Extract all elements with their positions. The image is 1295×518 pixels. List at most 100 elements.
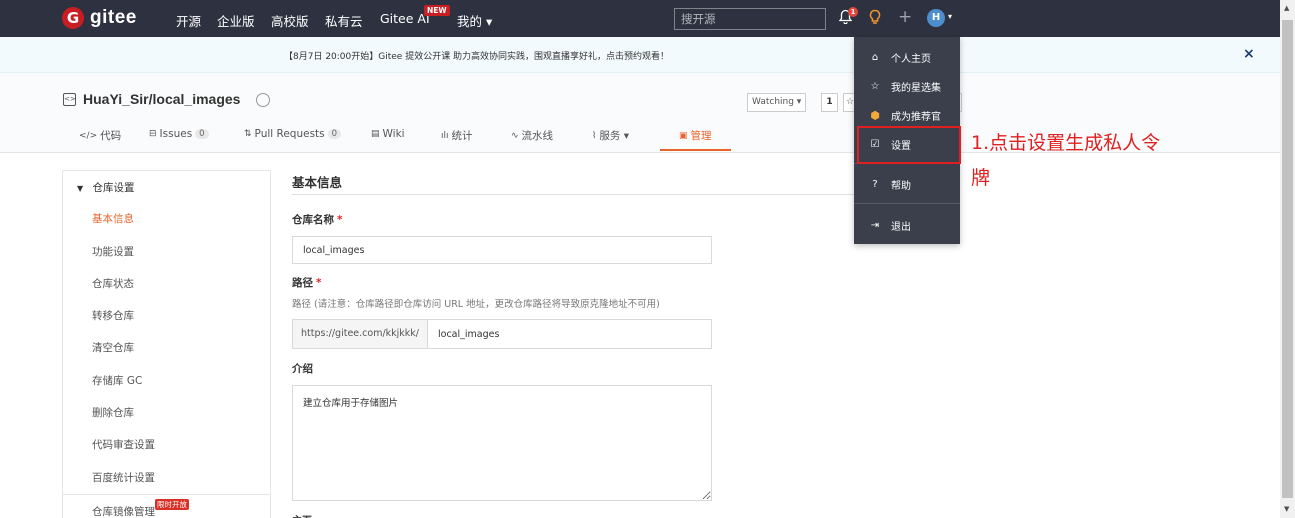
- badge-icon: [256, 93, 270, 107]
- sidebar-header[interactable]: ▼ 仓库设置: [77, 180, 135, 195]
- repo-icon: <>: [63, 93, 76, 106]
- new-badge: NEW: [424, 5, 450, 16]
- nav-link-enterprise[interactable]: 企业版: [217, 11, 255, 30]
- tab-count: 0: [195, 129, 209, 139]
- nav-link-open-source[interactable]: 开源: [176, 11, 201, 30]
- tab-label: Issues: [159, 128, 193, 140]
- scrollbar-thumb[interactable]: [1282, 20, 1293, 498]
- limited-time-badge: 限时开放: [155, 499, 189, 510]
- tab-pipeline[interactable]: ∿ 流水线: [511, 128, 553, 143]
- nav-link-mine[interactable]: 我的 ▾: [457, 11, 492, 30]
- repo-title[interactable]: HuaYi_Sir/local_images: [83, 91, 240, 107]
- logout-icon: ⇥: [870, 219, 880, 231]
- section-divider: [292, 194, 862, 195]
- pipeline-icon: ∿: [511, 130, 519, 141]
- avatar[interactable]: H: [927, 9, 945, 27]
- watch-button[interactable]: Watching ▾: [747, 93, 807, 112]
- menu-item-profile[interactable]: ⌂ 个人主页: [854, 43, 960, 71]
- tab-code[interactable]: </> 代码: [79, 128, 121, 143]
- search-input[interactable]: [674, 8, 826, 30]
- menu-item-label: 我的星选集: [891, 82, 941, 94]
- sidebar-item-delete[interactable]: 删除仓库: [92, 405, 134, 420]
- lightbulb-icon[interactable]: [868, 9, 882, 29]
- sidebar-item-features[interactable]: 功能设置: [92, 244, 134, 259]
- caret-down-icon: ▼: [77, 184, 84, 193]
- instruction-annotation: 1.点击设置生成私人令牌: [971, 132, 1161, 189]
- sidebar-item-transfer[interactable]: 转移仓库: [92, 308, 134, 323]
- tab-label: 管理: [690, 130, 712, 142]
- repo-name-label-text: 仓库名称: [292, 214, 334, 226]
- pull-request-icon: ⇅: [244, 129, 252, 139]
- settings-highlight-box: [857, 126, 961, 164]
- path-prefix: https://gitee.com/kkjkkk/: [292, 319, 428, 349]
- page: G gitee 开源 企业版 高校版 私有云 Gitee AI NEW 我的 ▾…: [0, 0, 1295, 518]
- top-navbar: G gitee 开源 企业版 高校版 私有云 Gitee AI NEW 我的 ▾…: [0, 0, 1280, 37]
- section-title: 基本信息: [292, 175, 343, 190]
- tab-stats[interactable]: ılı 统计: [441, 128, 473, 143]
- sidebar-item-gc[interactable]: 存储库 GC: [92, 373, 142, 388]
- sidebar-item-baidu-stats[interactable]: 百度统计设置: [92, 470, 155, 485]
- wiki-icon: ▤: [371, 129, 380, 139]
- watch-count[interactable]: 1: [821, 93, 838, 112]
- tab-issues[interactable]: ⊟ Issues 0: [149, 128, 209, 140]
- tab-label: 服务 ▾: [599, 130, 630, 142]
- intro-textarea[interactable]: 建立仓库用于存储图片: [292, 385, 712, 501]
- nav-link-education[interactable]: 高校版: [271, 11, 309, 30]
- sidebar-item-status[interactable]: 仓库状态: [92, 276, 134, 291]
- menu-item-help[interactable]: ? 帮助: [854, 170, 960, 198]
- shield-icon: ⬢: [870, 108, 880, 122]
- tab-label: Pull Requests: [254, 128, 325, 140]
- tab-count: 0: [327, 129, 342, 139]
- sidebar-item-code-review[interactable]: 代码审查设置: [92, 437, 155, 452]
- sidebar-divider: [63, 494, 270, 495]
- scroll-down-icon[interactable]: ▼: [1284, 505, 1289, 513]
- manage-icon: ▣: [679, 130, 688, 141]
- path-hint: 路径 (请注意：仓库路径即仓库访问 URL 地址，更改仓库路径将导致原克隆地址不…: [292, 299, 660, 310]
- menu-item-label: 帮助: [891, 180, 911, 192]
- repo-name-label: 仓库名称 *: [292, 212, 343, 227]
- home-icon: ⌂: [871, 51, 879, 63]
- menu-item-starred[interactable]: ☆ 我的星选集: [854, 72, 960, 100]
- path-label: 路径 *: [292, 275, 322, 290]
- pulse-icon: ⌇: [592, 130, 597, 141]
- sidebar-item-clear[interactable]: 清空仓库: [92, 340, 134, 355]
- menu-item-label: 成为推荐官: [891, 111, 941, 123]
- active-tab-indicator: [660, 149, 731, 151]
- help-icon: ?: [872, 178, 878, 190]
- avatar-chevron-down-icon[interactable]: ▾: [948, 12, 952, 21]
- gitee-logo-icon: G: [62, 7, 84, 29]
- code-icon: </>: [79, 130, 98, 141]
- required-mark: *: [316, 277, 322, 289]
- announcement-banner: 【8月7日 20:00开始】Gitee 提效公开课 助力高效协同实践，围观直播享…: [0, 37, 1280, 73]
- tab-wiki[interactable]: ▤ Wiki: [371, 128, 405, 140]
- menu-item-label: 个人主页: [891, 53, 931, 65]
- scroll-up-icon[interactable]: ▲: [1284, 4, 1289, 12]
- settings-sidebar: ▼ 仓库设置 基本信息 功能设置 仓库状态 转移仓库 清空仓库 存储库 GC 删…: [62, 170, 271, 518]
- intro-label: 介绍: [292, 363, 313, 375]
- tab-manage[interactable]: ▣ 管理: [679, 128, 712, 143]
- issues-icon: ⊟: [149, 129, 157, 139]
- tab-label: 统计: [451, 130, 473, 142]
- announcement-text[interactable]: 【8月7日 20:00开始】Gitee 提效公开课 助力高效协同实践，围观直播享…: [284, 49, 669, 62]
- plus-icon[interactable]: +: [898, 7, 912, 27]
- homepage-label: 主页: [292, 512, 312, 518]
- menu-divider: [854, 203, 960, 204]
- nav-link-gitee-ai[interactable]: Gitee AI: [380, 11, 430, 26]
- notification-count-badge: 1: [848, 7, 858, 17]
- tab-label: Wiki: [382, 128, 405, 140]
- nav-link-private-cloud[interactable]: 私有云: [325, 11, 363, 30]
- star-icon: ☆: [870, 80, 880, 92]
- repo-name-input[interactable]: [292, 236, 712, 264]
- sidebar-item-mirror[interactable]: 仓库镜像管理: [92, 504, 155, 518]
- sidebar-header-label: 仓库设置: [92, 182, 135, 194]
- menu-item-logout[interactable]: ⇥ 退出: [854, 211, 960, 239]
- tab-services[interactable]: ⌇ 服务 ▾: [592, 128, 629, 143]
- path-input[interactable]: [427, 319, 712, 349]
- gitee-logo[interactable]: G gitee: [62, 7, 137, 29]
- tab-label: 流水线: [521, 130, 554, 142]
- close-icon[interactable]: ×: [1243, 46, 1255, 62]
- menu-item-label: 退出: [891, 221, 911, 233]
- menu-item-recommender[interactable]: ⬢ 成为推荐官: [854, 101, 960, 129]
- sidebar-item-basic-info[interactable]: 基本信息: [92, 211, 134, 226]
- tab-pull-requests[interactable]: ⇅ Pull Requests 0: [244, 128, 342, 140]
